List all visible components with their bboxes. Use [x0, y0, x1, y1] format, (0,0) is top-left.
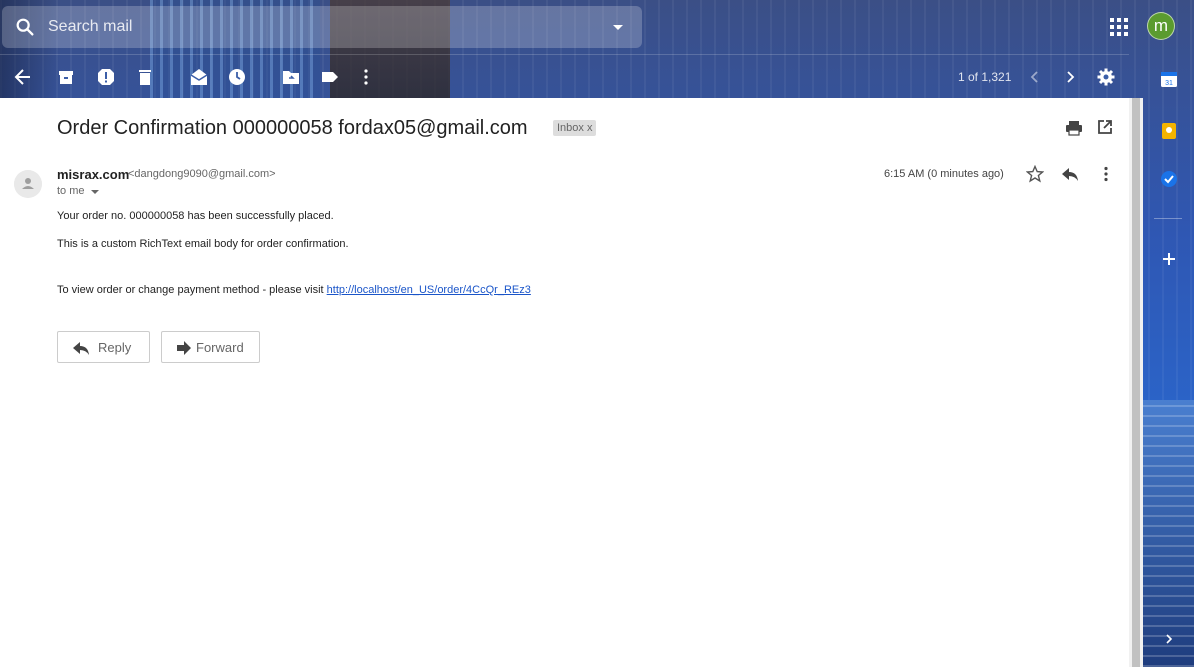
older-chevron-right-icon[interactable]: [1060, 67, 1080, 87]
scrollbar-thumb[interactable]: [1132, 98, 1140, 667]
message-more-options-icon[interactable]: [1098, 166, 1114, 182]
delete-icon[interactable]: [135, 67, 155, 87]
sender-email: <dangdong9090@gmail.com>: [128, 168, 276, 180]
email-body-text: To view order or change payment method -…: [57, 284, 324, 296]
sender-name[interactable]: misrax.com: [57, 167, 129, 182]
email-timestamp: 6:15 AM (0 minutes ago): [884, 168, 1004, 180]
email-subject: Order Confirmation 000000058 fordax05@gm…: [57, 117, 528, 139]
search-icon[interactable]: [14, 16, 36, 38]
settings-gear-icon[interactable]: [1096, 67, 1116, 87]
star-icon[interactable]: [1026, 165, 1044, 183]
search-box: [2, 6, 642, 48]
search-options-dropdown-icon[interactable]: [608, 17, 628, 37]
archive-icon[interactable]: [56, 67, 76, 87]
forward-button-label: Forward: [196, 340, 244, 355]
label-icon[interactable]: [320, 67, 340, 87]
add-addon-plus-icon[interactable]: [1160, 250, 1178, 268]
email-body-line: To view order or change payment method -…: [57, 284, 531, 296]
reply-button[interactable]: Reply: [57, 331, 150, 363]
more-options-icon[interactable]: [356, 67, 376, 87]
snooze-clock-icon[interactable]: [227, 67, 247, 87]
forward-button[interactable]: Forward: [161, 331, 260, 363]
email-body-line: Your order no. 000000058 has been succes…: [57, 210, 334, 222]
recipient-to-me: to me: [57, 185, 85, 197]
forward-icon: [177, 341, 191, 355]
recipient-details-dropdown-icon[interactable]: [89, 186, 101, 198]
reply-icon: [73, 342, 89, 355]
reply-arrow-icon[interactable]: [1061, 166, 1079, 182]
open-in-new-window-icon[interactable]: [1097, 119, 1113, 135]
svg-text:31: 31: [1165, 80, 1173, 87]
top-bar: m: [0, 0, 1194, 54]
expand-panel-chevron-icon[interactable]: [1162, 632, 1176, 646]
sender-avatar-icon: [14, 170, 42, 198]
side-panel-divider: [1154, 218, 1182, 219]
inbox-label-chip[interactable]: Inbox x: [553, 120, 597, 136]
move-to-folder-icon[interactable]: [281, 67, 301, 87]
order-link[interactable]: http://localhost/en_US/order/4CcQr_REz3: [327, 284, 531, 296]
print-icon[interactable]: [1065, 119, 1083, 137]
apps-grid-icon[interactable]: [1108, 16, 1130, 38]
calendar-icon[interactable]: 31: [1160, 70, 1178, 88]
mark-as-unread-icon[interactable]: [189, 67, 209, 87]
search-input[interactable]: [48, 14, 588, 40]
message-toolbar: 1 of 1,321: [0, 54, 1129, 98]
keep-notes-icon[interactable]: [1160, 122, 1178, 140]
email-reading-pane: [0, 98, 1129, 667]
newer-chevron-left-icon[interactable]: [1025, 67, 1045, 87]
report-spam-icon[interactable]: [96, 67, 116, 87]
email-body-line: This is a custom RichText email body for…: [57, 238, 349, 250]
side-panel: 31: [1146, 54, 1194, 667]
pager-count: 1 of 1,321: [958, 70, 1012, 84]
account-avatar[interactable]: m: [1147, 12, 1175, 40]
reply-button-label: Reply: [98, 340, 132, 355]
back-arrow-icon[interactable]: [13, 67, 33, 87]
tasks-icon[interactable]: [1160, 170, 1178, 188]
